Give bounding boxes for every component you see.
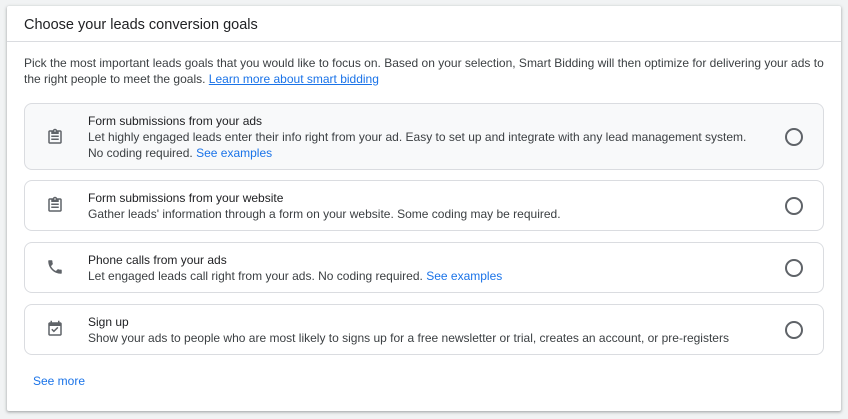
option-description: Let engaged leads call right from your a… (88, 268, 748, 284)
option-sign-up[interactable]: Sign up Show your ads to people who are … (24, 304, 824, 355)
option-text: Phone calls from your ads Let engaged le… (88, 253, 748, 284)
learn-more-smart-bidding-link[interactable]: Learn more about smart bidding (209, 72, 379, 86)
option-text: Form submissions from your website Gathe… (88, 191, 748, 222)
see-examples-link[interactable]: See examples (426, 269, 502, 283)
clipboard-form-icon (46, 128, 64, 146)
option-text: Sign up Show your ads to people who are … (88, 315, 748, 346)
option-radio-button[interactable] (785, 259, 803, 277)
option-title: Form submissions from your website (88, 191, 284, 205)
option-radio-button[interactable] (785, 197, 803, 215)
option-radio-button[interactable] (785, 321, 803, 339)
option-text: Form submissions from your ads Let highl… (88, 114, 748, 161)
card-header: Choose your leads conversion goals (7, 6, 841, 42)
option-description-text: Let highly engaged leads enter their inf… (88, 130, 747, 160)
see-examples-link[interactable]: See examples (196, 146, 272, 160)
option-title: Form submissions from your ads (88, 114, 263, 128)
option-title: Phone calls from your ads (88, 253, 227, 267)
option-description-text: Let engaged leads call right from your a… (88, 269, 427, 283)
option-description: Let highly engaged leads enter their inf… (88, 129, 748, 161)
option-radio-button[interactable] (785, 128, 803, 146)
intro-description: Pick the most important leads goals that… (24, 56, 824, 86)
see-more-link[interactable]: See more (33, 374, 85, 388)
conversion-goals-card: Choose your leads conversion goals Pick … (7, 6, 841, 411)
intro-text: Pick the most important leads goals that… (24, 55, 824, 87)
option-title: Sign up (88, 315, 129, 329)
checkbox-calendar-icon (46, 320, 64, 338)
clipboard-form-icon (46, 196, 64, 214)
option-description: Gather leads' information through a form… (88, 207, 561, 221)
option-form-submissions-ads[interactable]: Form submissions from your ads Let highl… (24, 103, 824, 170)
option-description: Show your ads to people who are most lik… (88, 331, 729, 345)
option-form-submissions-website[interactable]: Form submissions from your website Gathe… (24, 180, 824, 231)
phone-icon (46, 258, 64, 276)
option-phone-calls-ads[interactable]: Phone calls from your ads Let engaged le… (24, 242, 824, 293)
card-title: Choose your leads conversion goals (24, 17, 258, 33)
